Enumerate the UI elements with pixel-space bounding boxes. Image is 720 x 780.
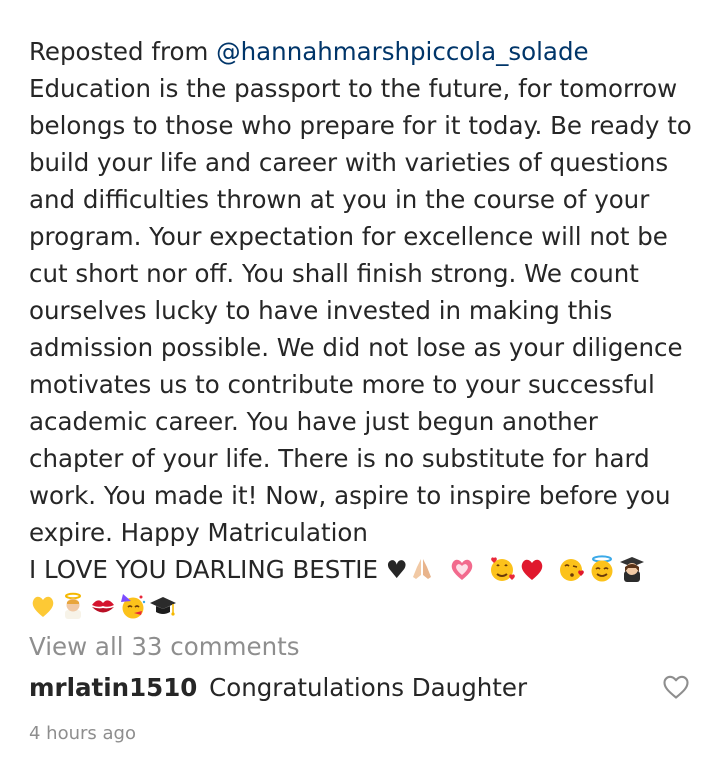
heart-outline-icon[interactable]: [662, 674, 690, 700]
kiss-mark-icon: [89, 592, 117, 620]
face-blowing-kiss-icon: [558, 555, 586, 583]
repost-prefix: Reposted from: [29, 37, 217, 66]
caption-line: ourselves lucky to have invested in maki…: [29, 296, 613, 325]
caption-line: academic career. You have just begun ano…: [29, 407, 598, 436]
caption-line: chapter of your life. There is no substi…: [29, 444, 650, 473]
caption-line: and difficulties thrown at you in the co…: [29, 185, 650, 214]
caption-line: Education is the passport to the future,…: [29, 74, 678, 103]
post-caption-block: Reposted from @hannahmarshpiccola_solade…: [29, 33, 704, 625]
comment-username[interactable]: mrlatin1510: [29, 673, 197, 702]
red-heart-icon: [518, 555, 546, 583]
caption-line: cut short nor off. You shall finish stro…: [29, 259, 639, 288]
love-line: I LOVE YOU DARLING BESTIE ♥: [29, 551, 704, 588]
caption-line: expire. Happy Matriculation: [29, 518, 368, 547]
emoji-line: [29, 588, 704, 625]
praying-hands-icon: [408, 555, 436, 583]
caption-line: belongs to those who prepare for it toda…: [29, 111, 692, 140]
baby-angel-icon: [59, 592, 87, 620]
caption-line: admission possible. We did not lose as y…: [29, 333, 683, 362]
growing-heart-icon: [448, 555, 476, 583]
caption-line: program. Your expectation for excellence…: [29, 222, 668, 251]
smiling-face-with-halo-icon: [588, 555, 616, 583]
view-all-comments-link[interactable]: View all 33 comments: [29, 632, 299, 661]
comment-text: Congratulations Daughter: [209, 673, 528, 702]
mention-link[interactable]: @hannahmarshpiccola_solade: [216, 37, 588, 66]
woman-student-icon: [618, 555, 646, 583]
caption: Reposted from @hannahmarshpiccola_solade…: [29, 33, 704, 625]
comment-row: mrlatin1510 Congratulations Daughter: [29, 673, 527, 702]
post-timestamp: 4 hours ago: [29, 723, 136, 744]
repost-line: Reposted from @hannahmarshpiccola_solade: [29, 33, 704, 70]
graduation-cap-icon: [149, 592, 177, 620]
caption-line: motivates us to contribute more to your …: [29, 370, 655, 399]
yellow-heart-icon: [29, 592, 57, 620]
smiling-face-with-hearts-icon: [488, 555, 516, 583]
caption-line: work. You made it! Now, aspire to inspir…: [29, 481, 671, 510]
caption-line: build your life and career with varietie…: [29, 148, 669, 177]
love-text: I LOVE YOU DARLING BESTIE ♥: [29, 555, 408, 584]
partying-face-icon: [119, 592, 147, 620]
